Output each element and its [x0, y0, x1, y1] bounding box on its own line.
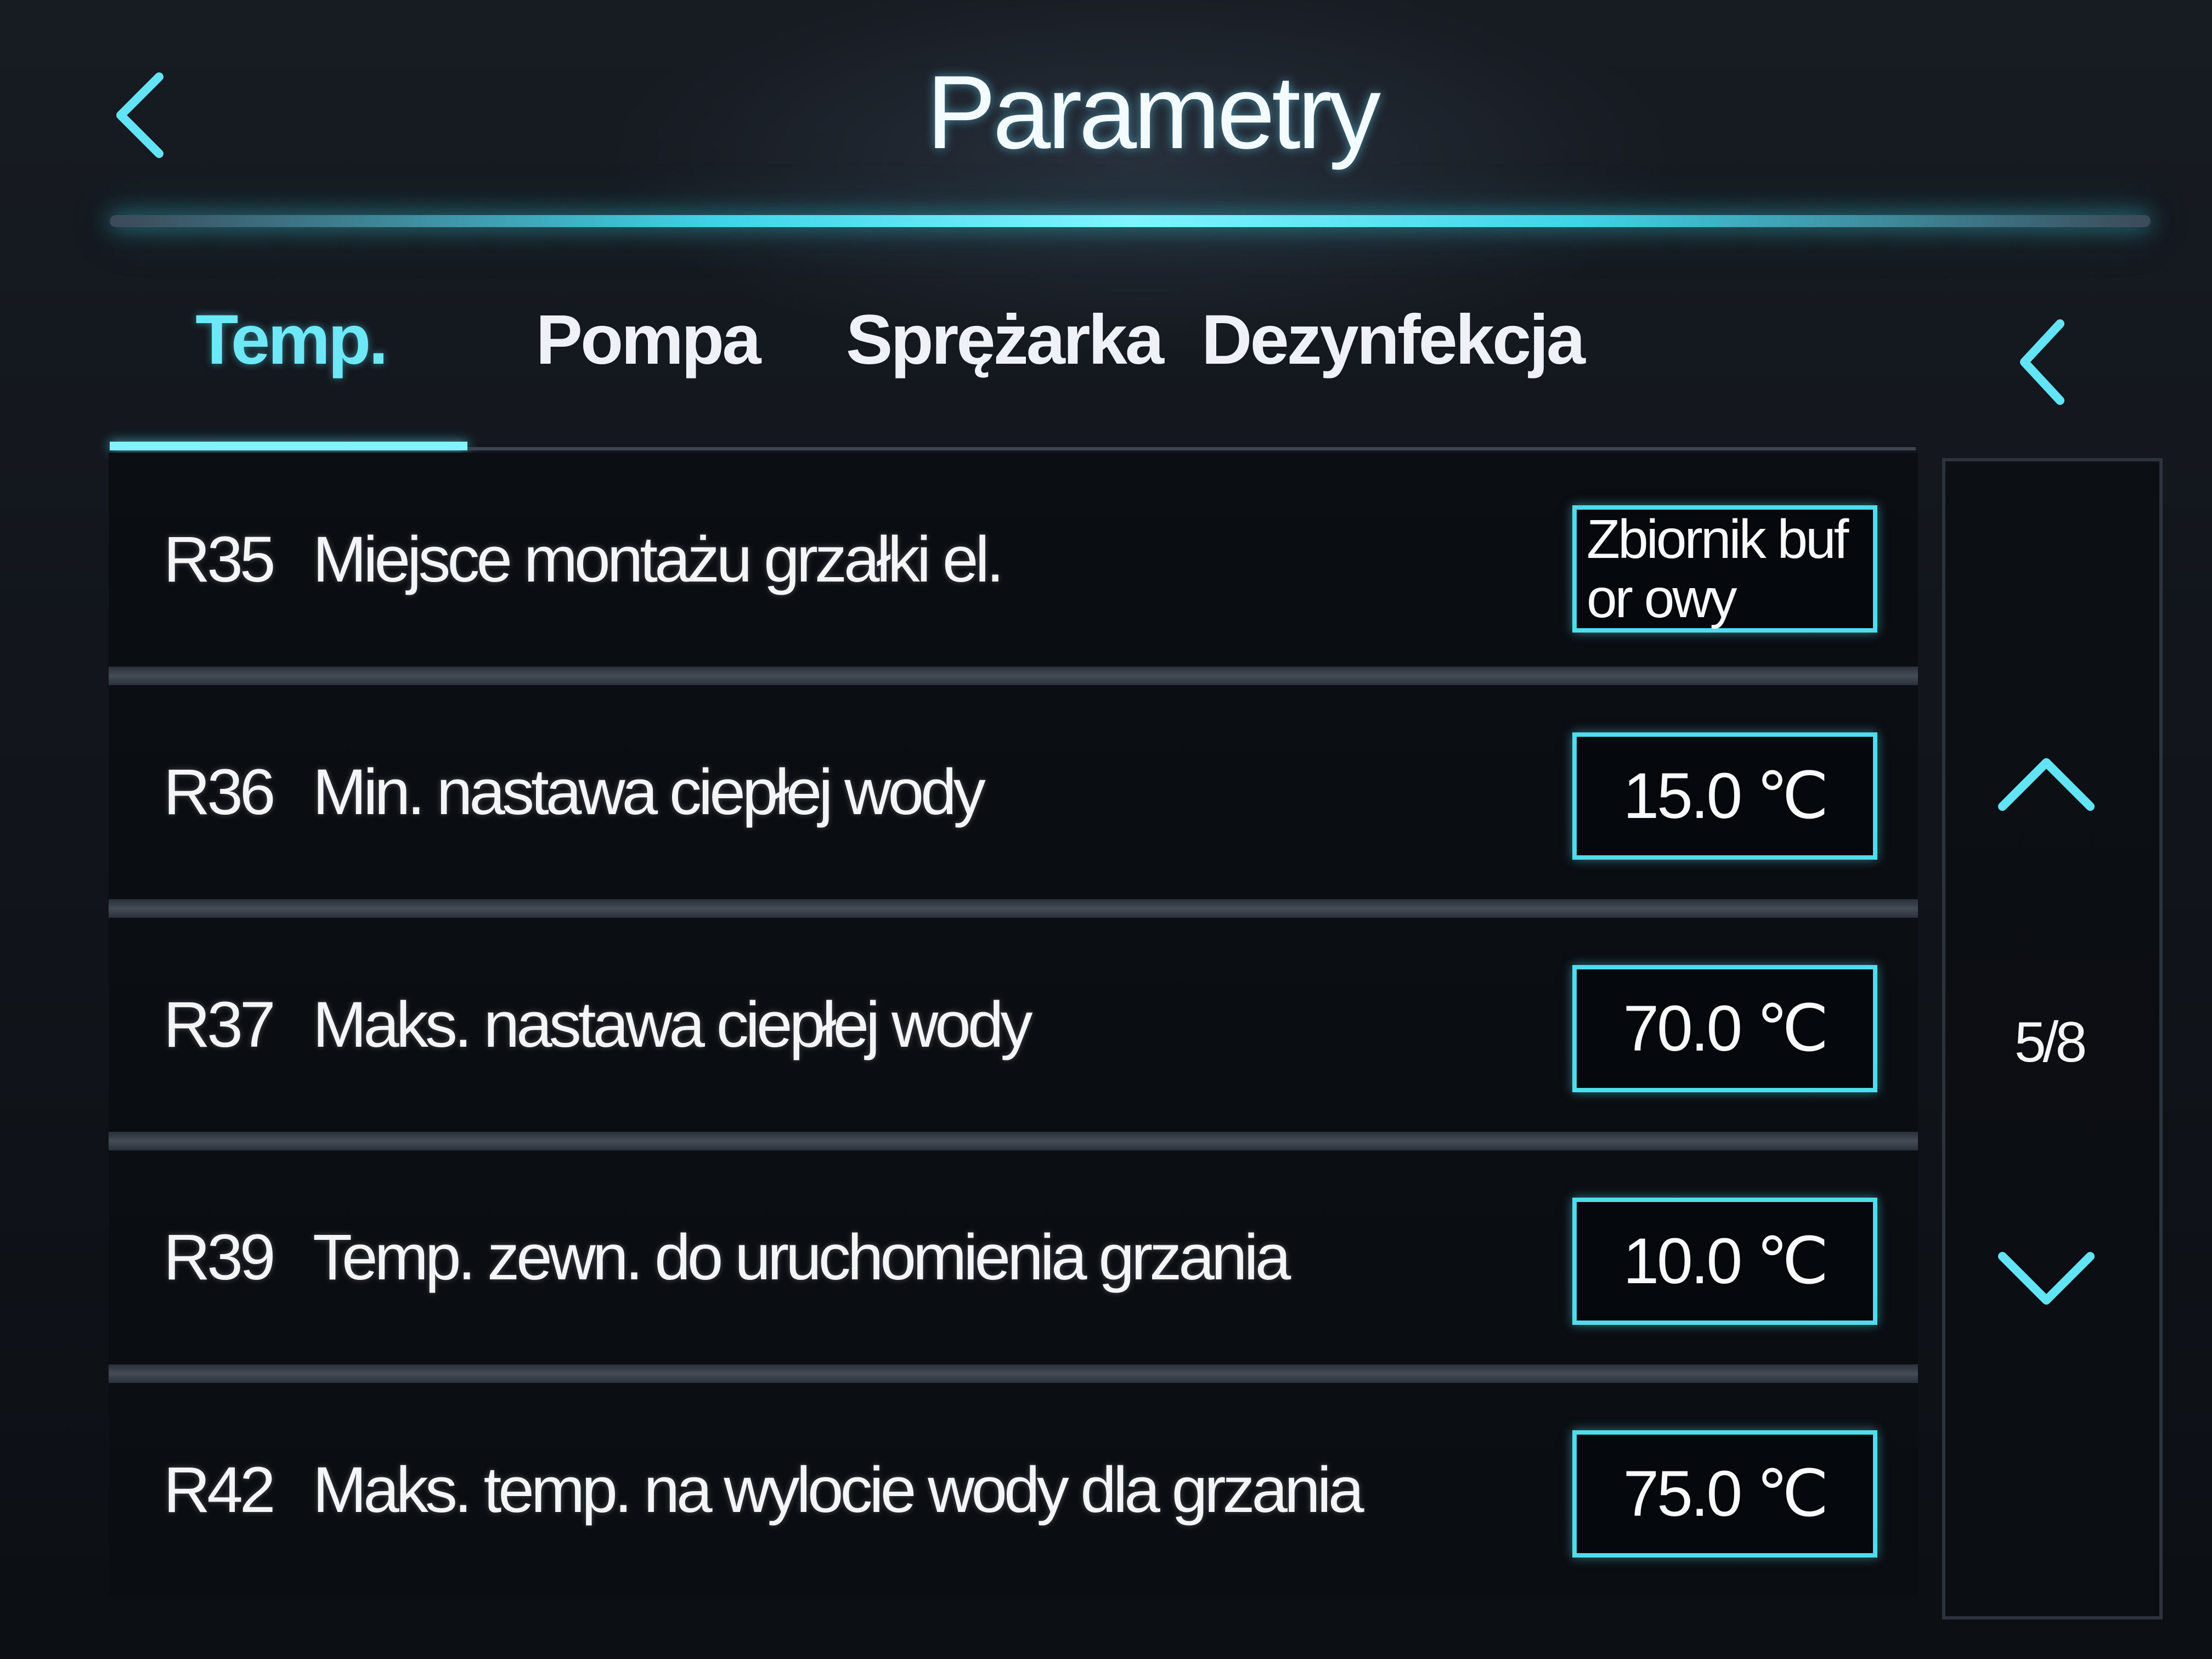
- row-divider: [109, 1132, 1918, 1150]
- chevron-down-icon: [1998, 1252, 2095, 1305]
- parameter-name: Maks. nastawa ciepłej wody: [313, 989, 1033, 1061]
- parameter-code: R42: [163, 1454, 275, 1526]
- parameter-name: Miejsce montażu grzałki el.: [313, 523, 1005, 596]
- parameter-row-r42[interactable]: R42 Maks. temp. na wylocie wody dla grza…: [109, 1383, 1918, 1597]
- scroll-up-button[interactable]: [1980, 730, 2112, 839]
- tab-temp[interactable]: Temp.: [132, 258, 450, 439]
- parameter-row-r36[interactable]: R36 Min. nastawa ciepłej wody 15.0 ℃: [109, 685, 1918, 899]
- parameter-value-field[interactable]: 15.0 ℃: [1572, 732, 1877, 860]
- parameter-value: 10.0 ℃: [1623, 1225, 1829, 1297]
- tab-sprezarka[interactable]: Sprężarka: [845, 258, 1164, 439]
- parameter-code: R37: [163, 989, 275, 1061]
- parameter-value: 15.0 ℃: [1623, 760, 1829, 832]
- parameter-value: 75.0 ℃: [1623, 1458, 1829, 1530]
- back-button[interactable]: [104, 66, 176, 165]
- parameter-value-field[interactable]: 10.0 ℃: [1572, 1198, 1877, 1325]
- parameter-value-field[interactable]: Zbiornik bufor owy: [1572, 505, 1877, 633]
- tab-dezynfekcja[interactable]: Dezynfekcja: [1201, 258, 1585, 439]
- chevron-left-icon: [116, 72, 163, 158]
- scroll-down-button[interactable]: [1980, 1223, 2112, 1333]
- tabs-prev-button[interactable]: [2008, 307, 2074, 417]
- parameter-name: Min. nastawa ciepłej wody: [313, 756, 986, 828]
- chevron-left-icon: [2020, 319, 2064, 405]
- row-divider: [109, 667, 1918, 685]
- parameter-code: R36: [163, 756, 275, 828]
- active-tab-indicator: [110, 442, 467, 450]
- parameter-name: Temp. zewn. do uruchomienia grzania: [313, 1221, 1291, 1294]
- page-indicator: 5/8: [2014, 1011, 2087, 1074]
- parameter-code: R39: [163, 1221, 275, 1294]
- tab-bar: Temp. Pompa Sprężarka Dezynfekcja: [110, 258, 1920, 455]
- parameter-value-field[interactable]: 70.0 ℃: [1572, 965, 1877, 1092]
- parameter-row-r37[interactable]: R37 Maks. nastawa ciepłej wody 70.0 ℃: [109, 918, 1918, 1132]
- parameter-value: Zbiornik bufor owy: [1587, 509, 1849, 629]
- tab-pompa[interactable]: Pompa: [488, 258, 806, 439]
- parameters-screen: Parametry Temp. Pompa Sprężarka Dezynfek…: [0, 0, 2212, 1659]
- parameter-value-field[interactable]: 75.0 ℃: [1572, 1430, 1877, 1558]
- parameter-name: Maks. temp. na wylocie wody dla grzania: [313, 1454, 1364, 1526]
- parameter-row-r39[interactable]: R39 Temp. zewn. do uruchomienia grzania …: [109, 1150, 1918, 1364]
- parameter-row-r35[interactable]: R35 Miejsce montażu grzałki el. Zbiornik…: [109, 453, 1918, 667]
- parameter-list: R35 Miejsce montażu grzałki el. Zbiornik…: [109, 453, 1918, 1616]
- header-divider: [110, 215, 2151, 227]
- parameter-code: R35: [163, 523, 275, 596]
- chevron-up-icon: [1998, 758, 2095, 811]
- tab-baseline: [467, 447, 1916, 450]
- parameter-value: 70.0 ℃: [1623, 992, 1829, 1065]
- page-title: Parametry: [926, 54, 1381, 171]
- row-divider: [109, 899, 1918, 918]
- row-divider: [109, 1364, 1918, 1383]
